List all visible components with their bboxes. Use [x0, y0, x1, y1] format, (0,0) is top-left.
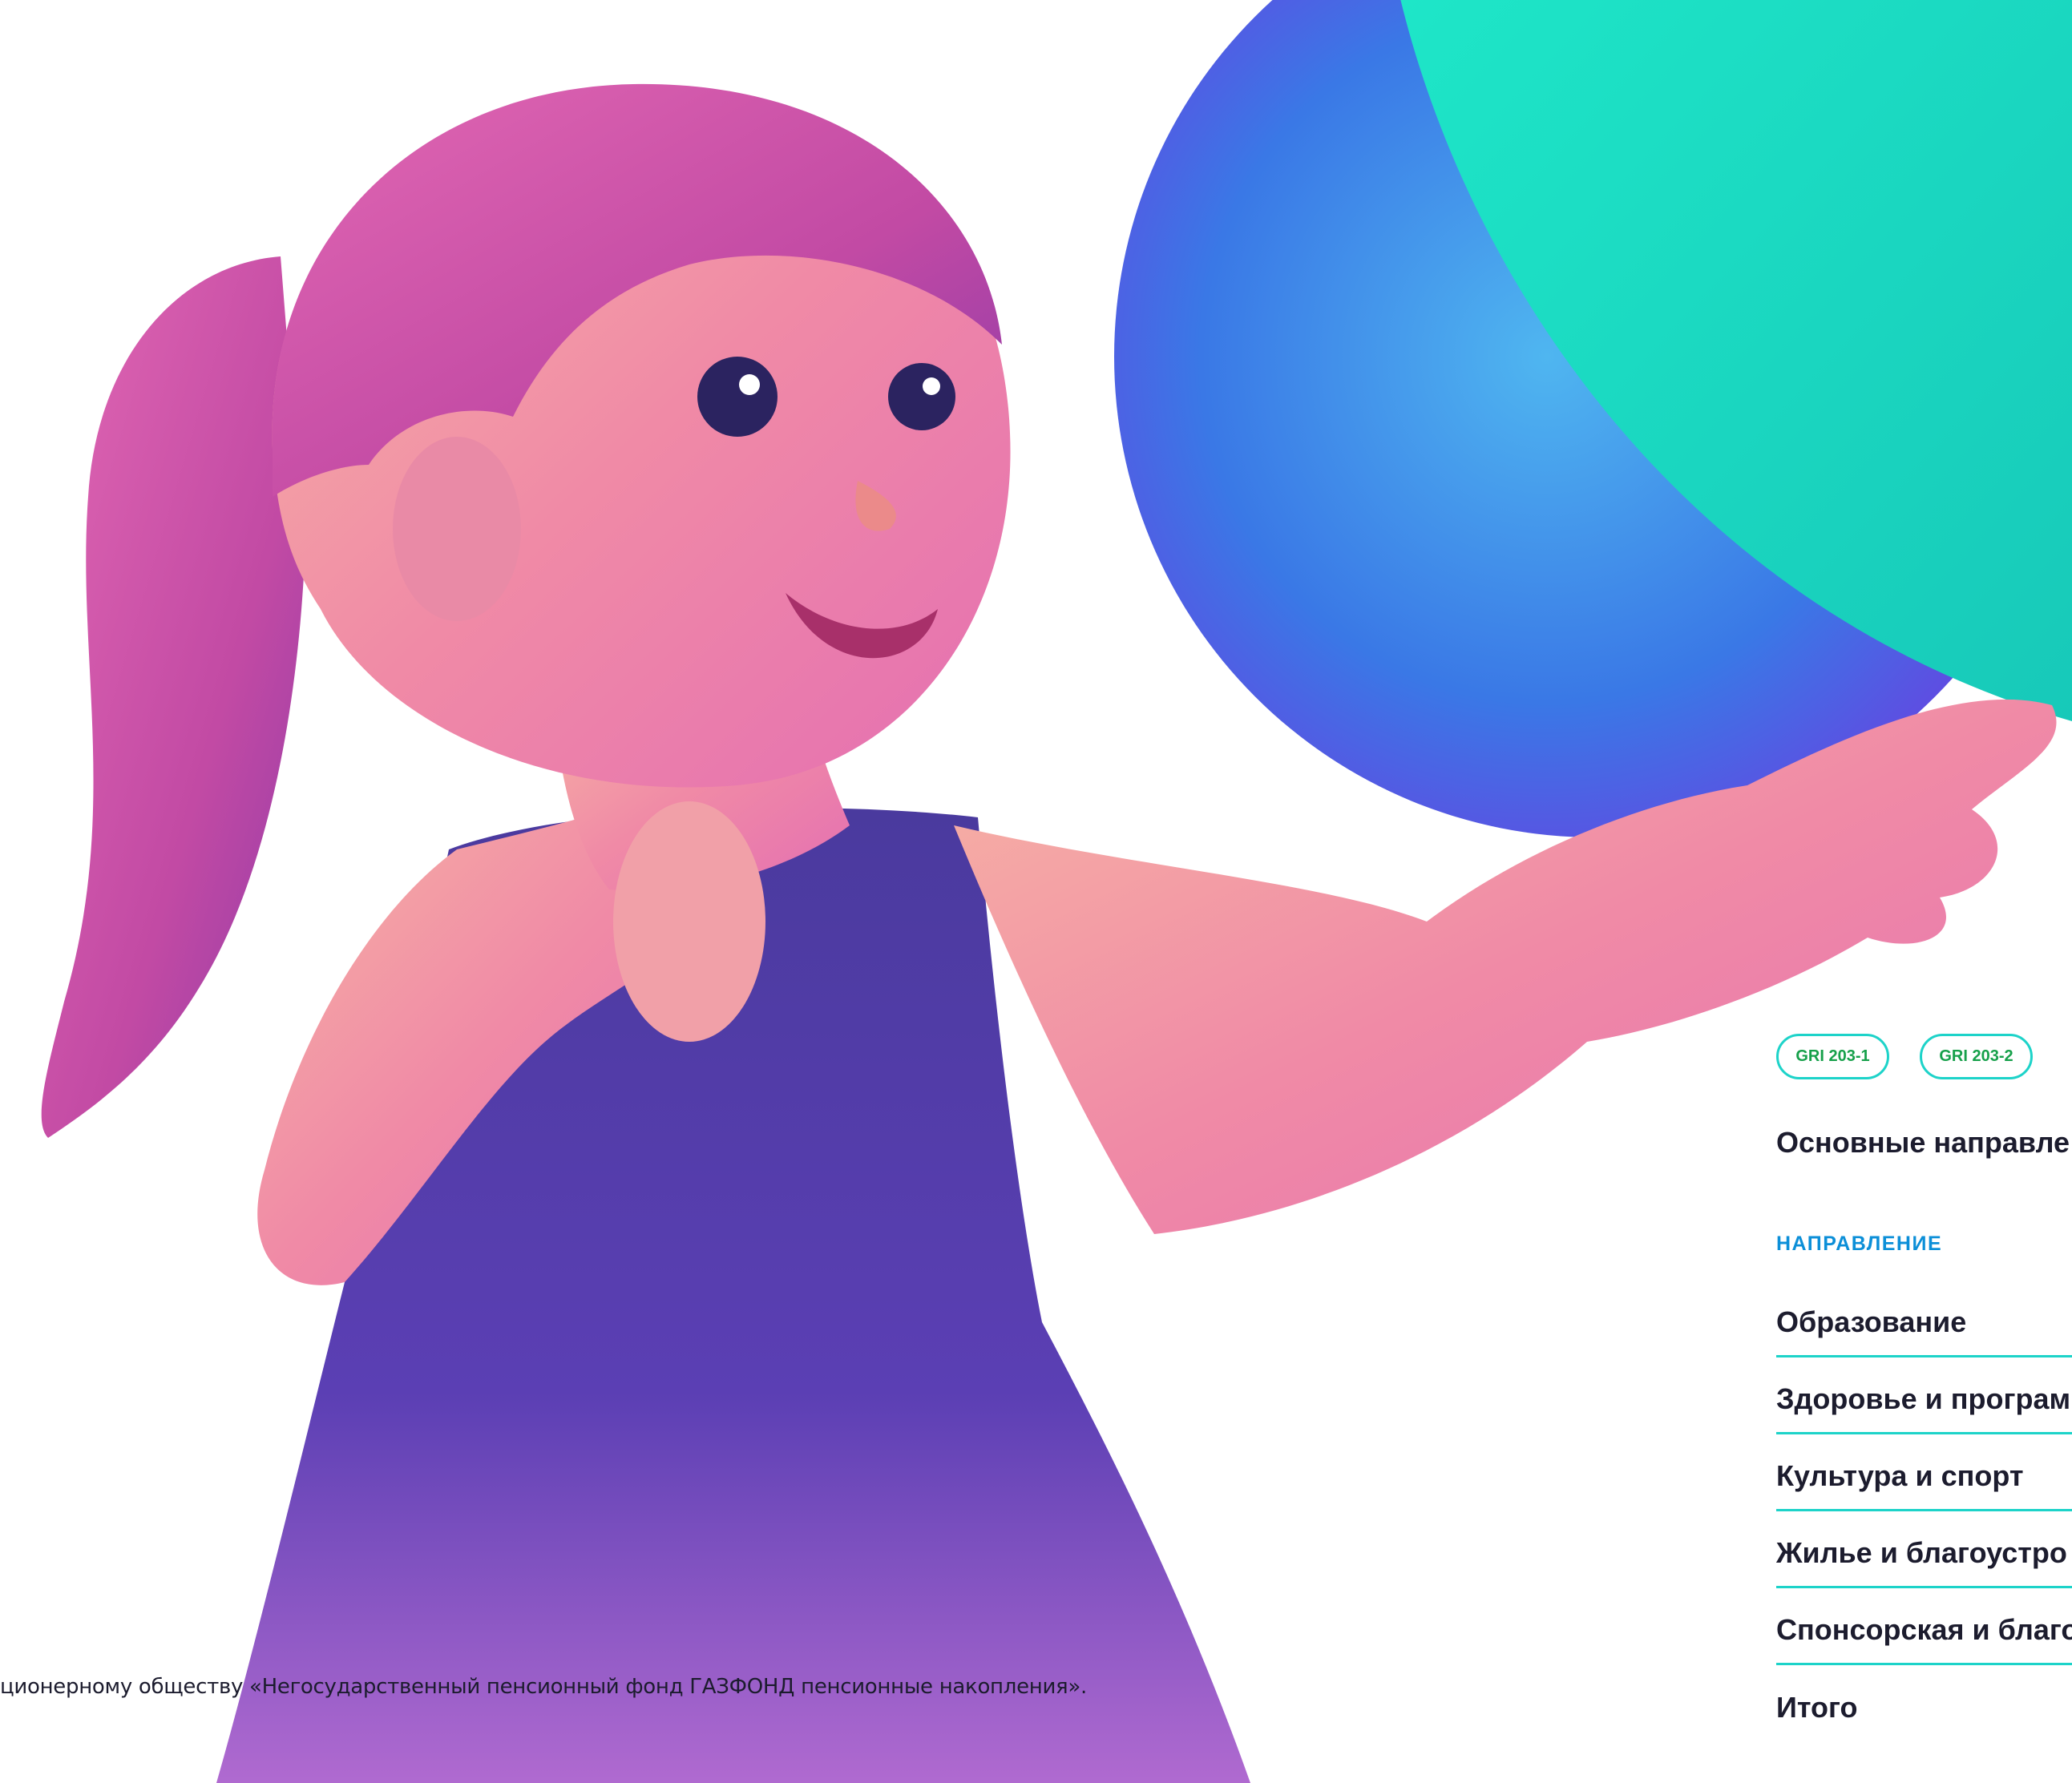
- table-row: Культура и спорт: [1776, 1436, 2072, 1511]
- column-label: НАПРАВЛЕНИЕ: [1776, 1232, 1943, 1255]
- table-row-total: Итого: [1776, 1691, 1858, 1724]
- footnote: ционерному обществу «Негосударственный п…: [0, 1675, 1087, 1699]
- table-row: Жилье и благоустро: [1776, 1513, 2072, 1588]
- directions-list: Образование Здоровье и програм Культура …: [1776, 1282, 2072, 1744]
- gri-badge[interactable]: GRI 203-1: [1776, 1034, 1889, 1079]
- section-heading: Основные направле: [1776, 1126, 2070, 1159]
- gri-badge[interactable]: GRI 203-2: [1920, 1034, 2033, 1079]
- gri-badges: GRI 203-1 GRI 203-2: [1776, 1034, 2033, 1079]
- head: [272, 83, 1011, 788]
- illustration-girl-with-ball: [41, 0, 2072, 1783]
- hand-fist: [613, 801, 765, 1042]
- directions-panel: GRI 203-1 GRI 203-2 Основные направле НА…: [1776, 1034, 2072, 1783]
- table-row: Здоровье и програм: [1776, 1359, 2072, 1434]
- ponytail: [41, 256, 305, 1138]
- table-row: Спонсорская и благо: [1776, 1590, 2072, 1665]
- table-row: Образование: [1776, 1282, 2072, 1357]
